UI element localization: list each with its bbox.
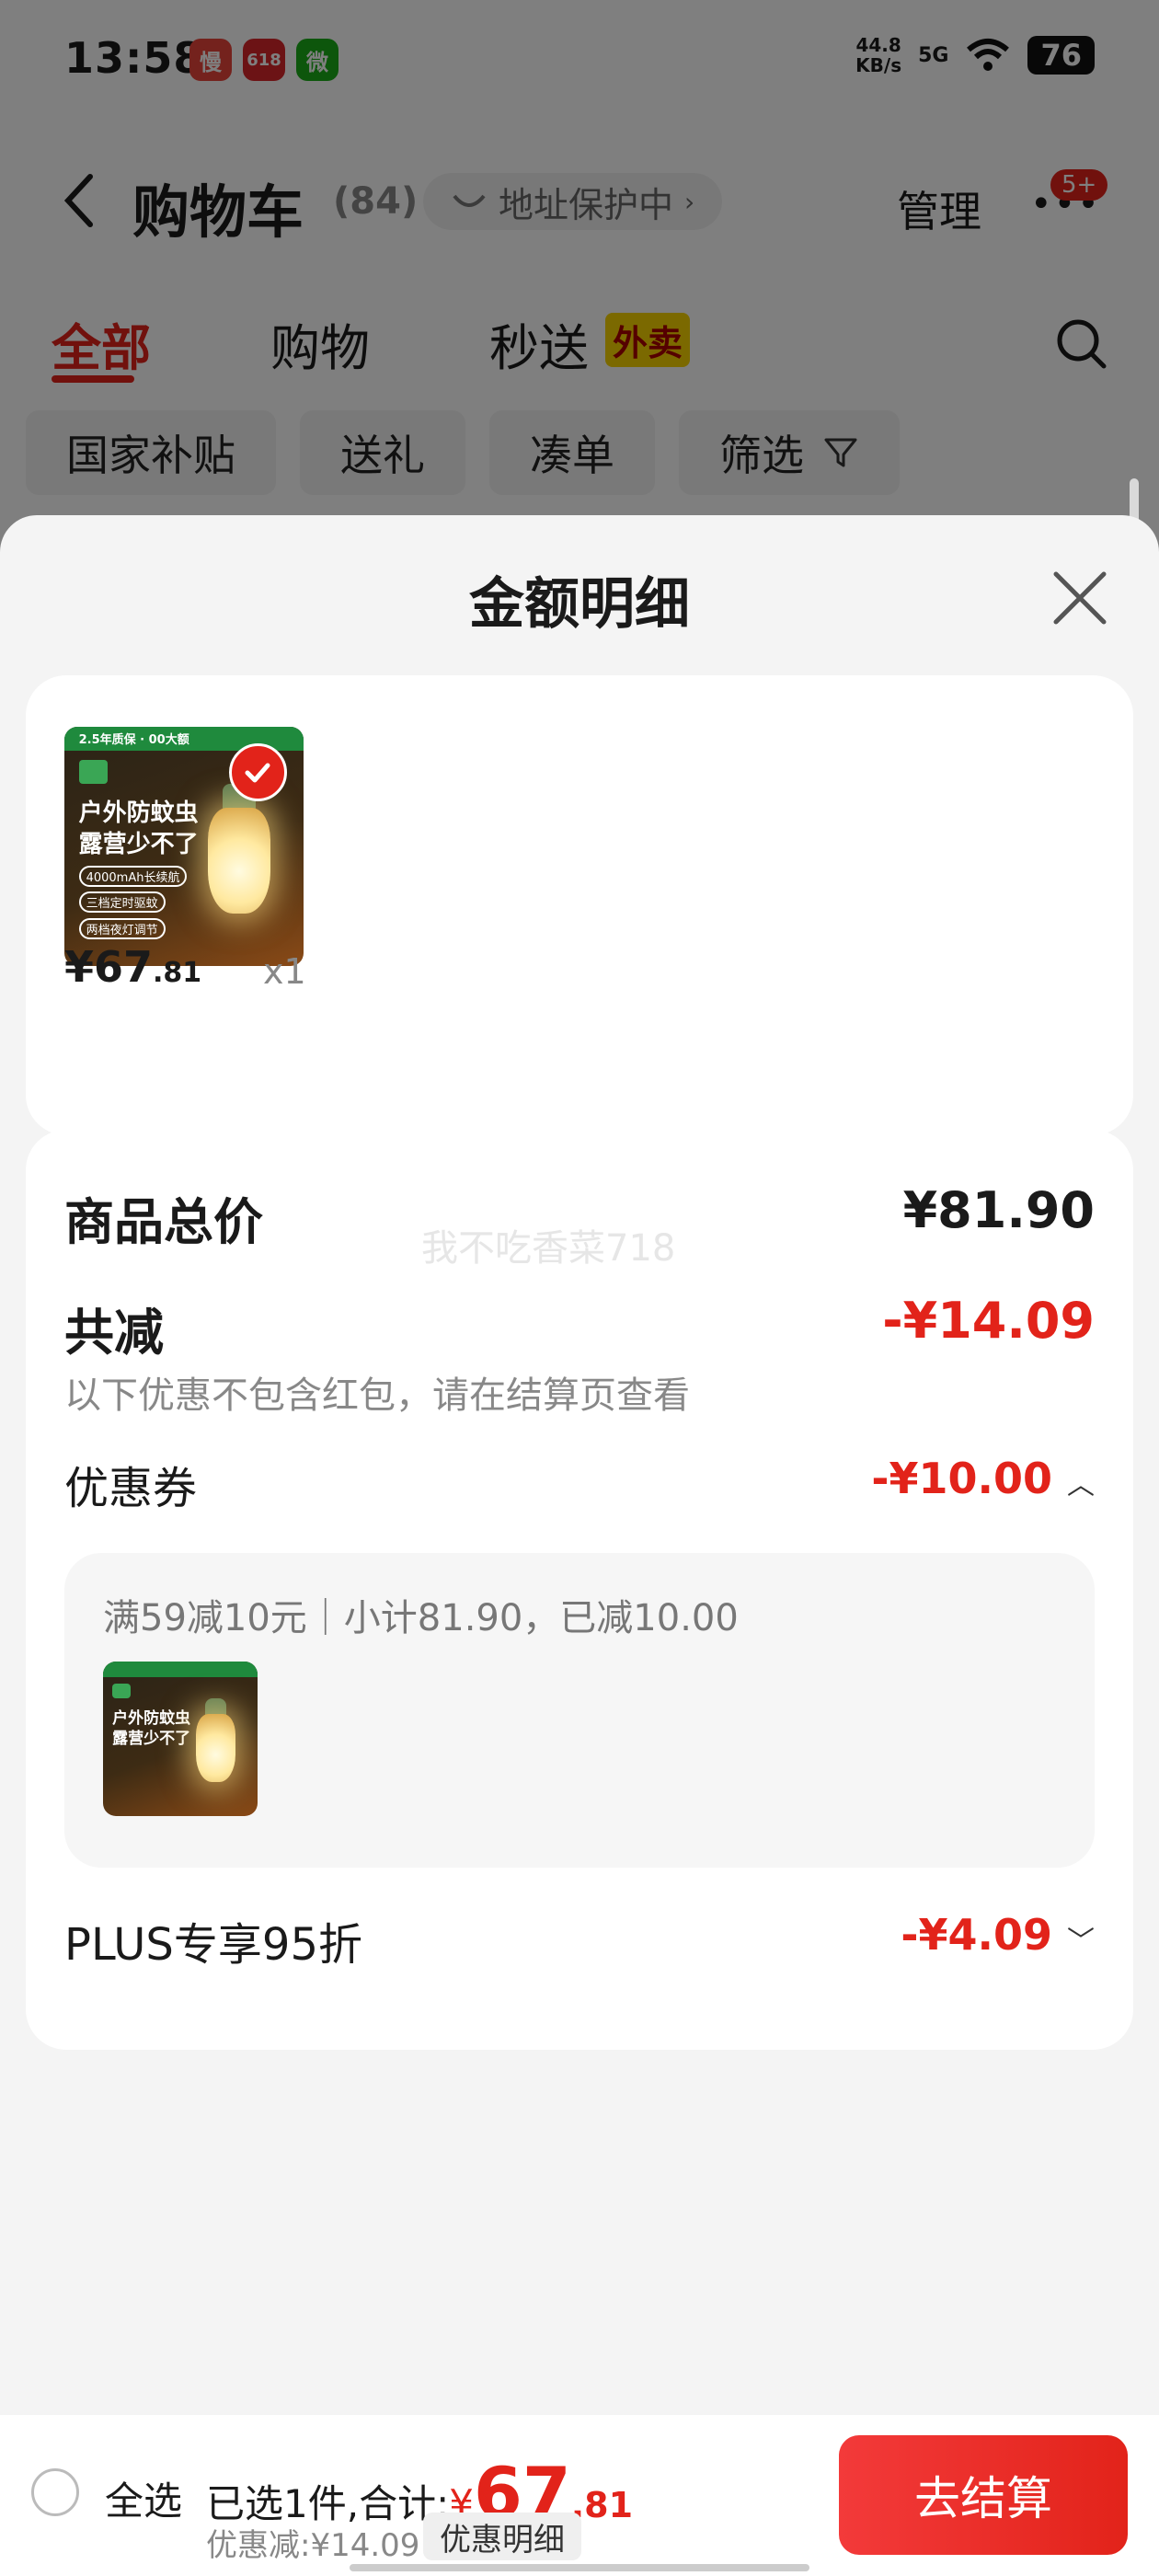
sheet-title: 金额明细 [469, 572, 690, 637]
product-price: ¥67.81 [64, 942, 202, 992]
chevron-up-icon: ︿ [1067, 1468, 1095, 1501]
discount-detail-button[interactable]: 优惠明细 [423, 2513, 581, 2560]
selected-product-card: 2.5年质保 · 00大额 户外防蚊虫 露营少不了 4000mAh长续航 三档定… [26, 675, 1133, 1135]
total-reduction-value: -¥14.09 [882, 1292, 1095, 1350]
thumb-headline-1: 户外防蚊虫 [78, 799, 199, 827]
select-all-label[interactable]: 全选 [105, 2470, 182, 2526]
watermark: 我不吃香菜718 [421, 1227, 676, 1270]
plus-discount-value: -¥4.09 [901, 1910, 1052, 1960]
product-thumbnail[interactable]: 2.5年质保 · 00大额 户外防蚊虫 露营少不了 4000mAh长续航 三档定… [64, 727, 304, 966]
coupon-detail-text: 满59减10元｜小计81.90，已减10.00 [103, 1597, 739, 1639]
coupon-product-thumbnail[interactable]: 户外防蚊虫 露营少不了 [103, 1662, 258, 1816]
chevron-down-icon: ﹀ [1067, 1925, 1095, 1958]
home-indicator[interactable] [350, 2564, 809, 2571]
total-price-value: ¥81.90 [902, 1181, 1095, 1239]
product-quantity: x1 [263, 951, 306, 992]
thumb-tag: 两档夜灯调节 [78, 918, 166, 939]
select-all-radio[interactable] [31, 2468, 79, 2516]
close-icon[interactable] [1049, 567, 1111, 629]
checkout-button[interactable]: 去结算 [839, 2435, 1128, 2555]
lamp-image [208, 808, 270, 914]
coupon-value: -¥10.00 [871, 1454, 1052, 1503]
thumb-headline-2: 露营少不了 [78, 830, 199, 858]
plus-discount-label: PLUS专享95折 [64, 1919, 362, 1971]
thumb-tag: 4000mAh长续航 [78, 865, 188, 887]
price-breakdown-card: 我不吃香菜718 商品总价 ¥81.90 共减 -¥14.09 以下优惠不包含红… [26, 1130, 1133, 2050]
coupon-row-toggle[interactable]: -¥10.00 ︿ [871, 1454, 1095, 1503]
checkmark-icon [228, 743, 287, 802]
thumb-headline-2: 露营少不了 [112, 1729, 191, 1748]
thumb-tag: 三档定时驱蚊 [78, 891, 166, 914]
checkout-bar: 全选 已选1件,合计:¥67.81 优惠减:¥14.09 优惠明细 去结算 [0, 2415, 1159, 2576]
thumb-top-text: 2.5年质保 · 00大额 [78, 732, 189, 747]
discount-summary: 优惠减:¥14.09 [206, 2527, 420, 2564]
reduction-note: 以下优惠不包含红包，请在结算页查看 [64, 1374, 690, 1417]
total-reduction-label: 共减 [64, 1304, 164, 1362]
total-price-label: 商品总价 [64, 1193, 263, 1251]
coupon-label: 优惠券 [64, 1463, 198, 1514]
plus-discount-toggle[interactable]: -¥4.09 ﹀ [901, 1910, 1095, 1960]
lamp-image [195, 1714, 236, 1783]
coupon-detail-box: 满59减10元｜小计81.90，已减10.00 户外防蚊虫 露营少不了 [64, 1553, 1095, 1868]
amount-detail-sheet: 金额明细 2.5年质保 · 00大额 户外防蚊虫 露营少不了 4000mAh长续… [0, 515, 1159, 2415]
